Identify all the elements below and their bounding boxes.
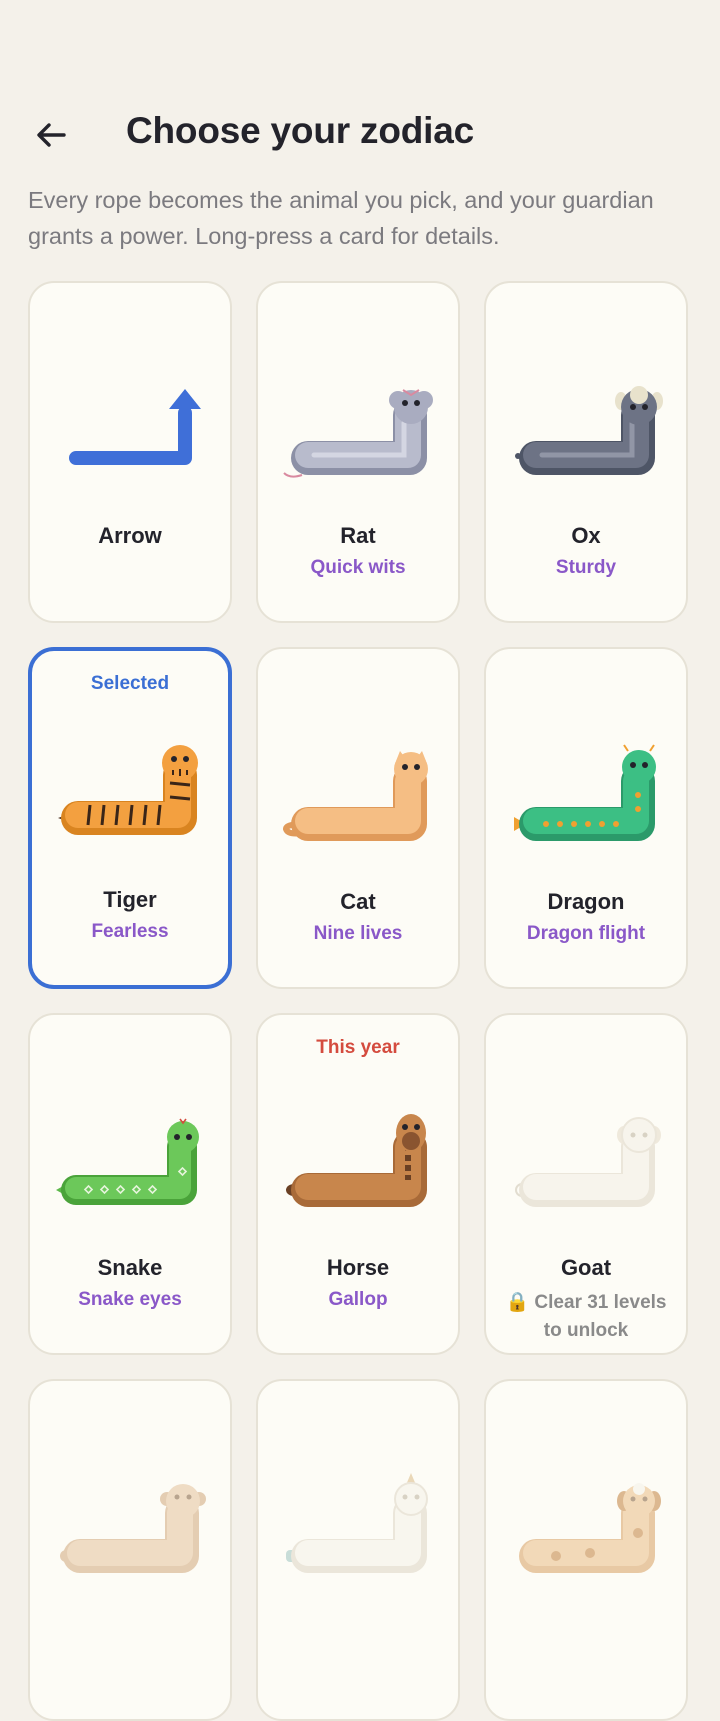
card-name: Horse xyxy=(326,1255,390,1280)
unlock-requirement-line-1: 🔒 Clear 31 levels xyxy=(505,1292,667,1313)
zodiac-card-tiger[interactable]: Selected Tiger Fearless xyxy=(28,647,232,989)
dragon-rope-icon xyxy=(486,729,686,869)
header: Choose your zodiac xyxy=(0,100,720,170)
this-year-badge: This year xyxy=(316,1037,400,1058)
cat-rope-icon xyxy=(258,729,458,869)
zodiac-card-cat[interactable]: Cat Nine lives xyxy=(256,647,460,989)
card-power: Quick wits xyxy=(310,557,406,578)
tiger-rope-icon xyxy=(32,723,228,863)
card-name: Arrow xyxy=(98,523,162,548)
zodiac-card-dog[interactable] xyxy=(484,1379,688,1721)
card-power: Gallop xyxy=(328,1289,388,1310)
arrow-icon xyxy=(30,363,230,503)
horse-rope-icon xyxy=(258,1095,458,1235)
unlock-requirement: 🔒 Clear 31 levels to unlock xyxy=(496,1289,676,1345)
card-name: Dragon xyxy=(547,889,625,914)
dog-rope-icon xyxy=(486,1461,686,1601)
zodiac-card-horse[interactable]: This year Horse Gallop xyxy=(256,1013,460,1355)
unlock-requirement-line-2: to unlock xyxy=(543,1320,629,1341)
card-power: Nine lives xyxy=(313,923,403,944)
selected-badge: Selected xyxy=(90,673,170,694)
card-power: Sturdy xyxy=(555,557,617,578)
card-name: Snake xyxy=(97,1255,163,1280)
rat-rope-icon xyxy=(258,363,458,503)
card-name: Tiger xyxy=(103,887,157,912)
monkey-rope-icon xyxy=(30,1461,230,1601)
card-power: Snake eyes xyxy=(78,1289,182,1310)
card-name: Cat xyxy=(340,889,376,914)
zodiac-card-arrow[interactable]: Arrow xyxy=(28,281,232,623)
page-title: Choose your zodiac xyxy=(126,110,474,151)
zodiac-card-goat[interactable]: Goat 🔒 Clear 31 levels to unlock xyxy=(484,1013,688,1355)
goat-rope-icon xyxy=(486,1095,686,1235)
ox-rope-icon xyxy=(486,363,686,503)
zodiac-card-dragon[interactable]: Dragon Dragon flight xyxy=(484,647,688,989)
card-name: Ox xyxy=(571,523,601,548)
zodiac-card-monkey[interactable] xyxy=(28,1379,232,1721)
back-button[interactable] xyxy=(28,112,74,158)
card-name: Goat xyxy=(560,1255,612,1280)
card-power: Dragon flight xyxy=(526,923,646,944)
zodiac-card-rooster[interactable] xyxy=(256,1379,460,1721)
card-name: Rat xyxy=(340,523,376,548)
page-subtitle: Every rope becomes the animal you pick, … xyxy=(28,187,654,249)
arrow-left-icon xyxy=(37,123,66,147)
zodiac-card-ox[interactable]: Ox Sturdy xyxy=(484,281,688,623)
rooster-rope-icon xyxy=(258,1461,458,1601)
zodiac-card-snake[interactable]: Snake Snake eyes xyxy=(28,1013,232,1355)
zodiac-card-rat[interactable]: Rat Quick wits xyxy=(256,281,460,623)
snake-rope-icon xyxy=(30,1095,230,1235)
card-power: Fearless xyxy=(91,921,169,942)
